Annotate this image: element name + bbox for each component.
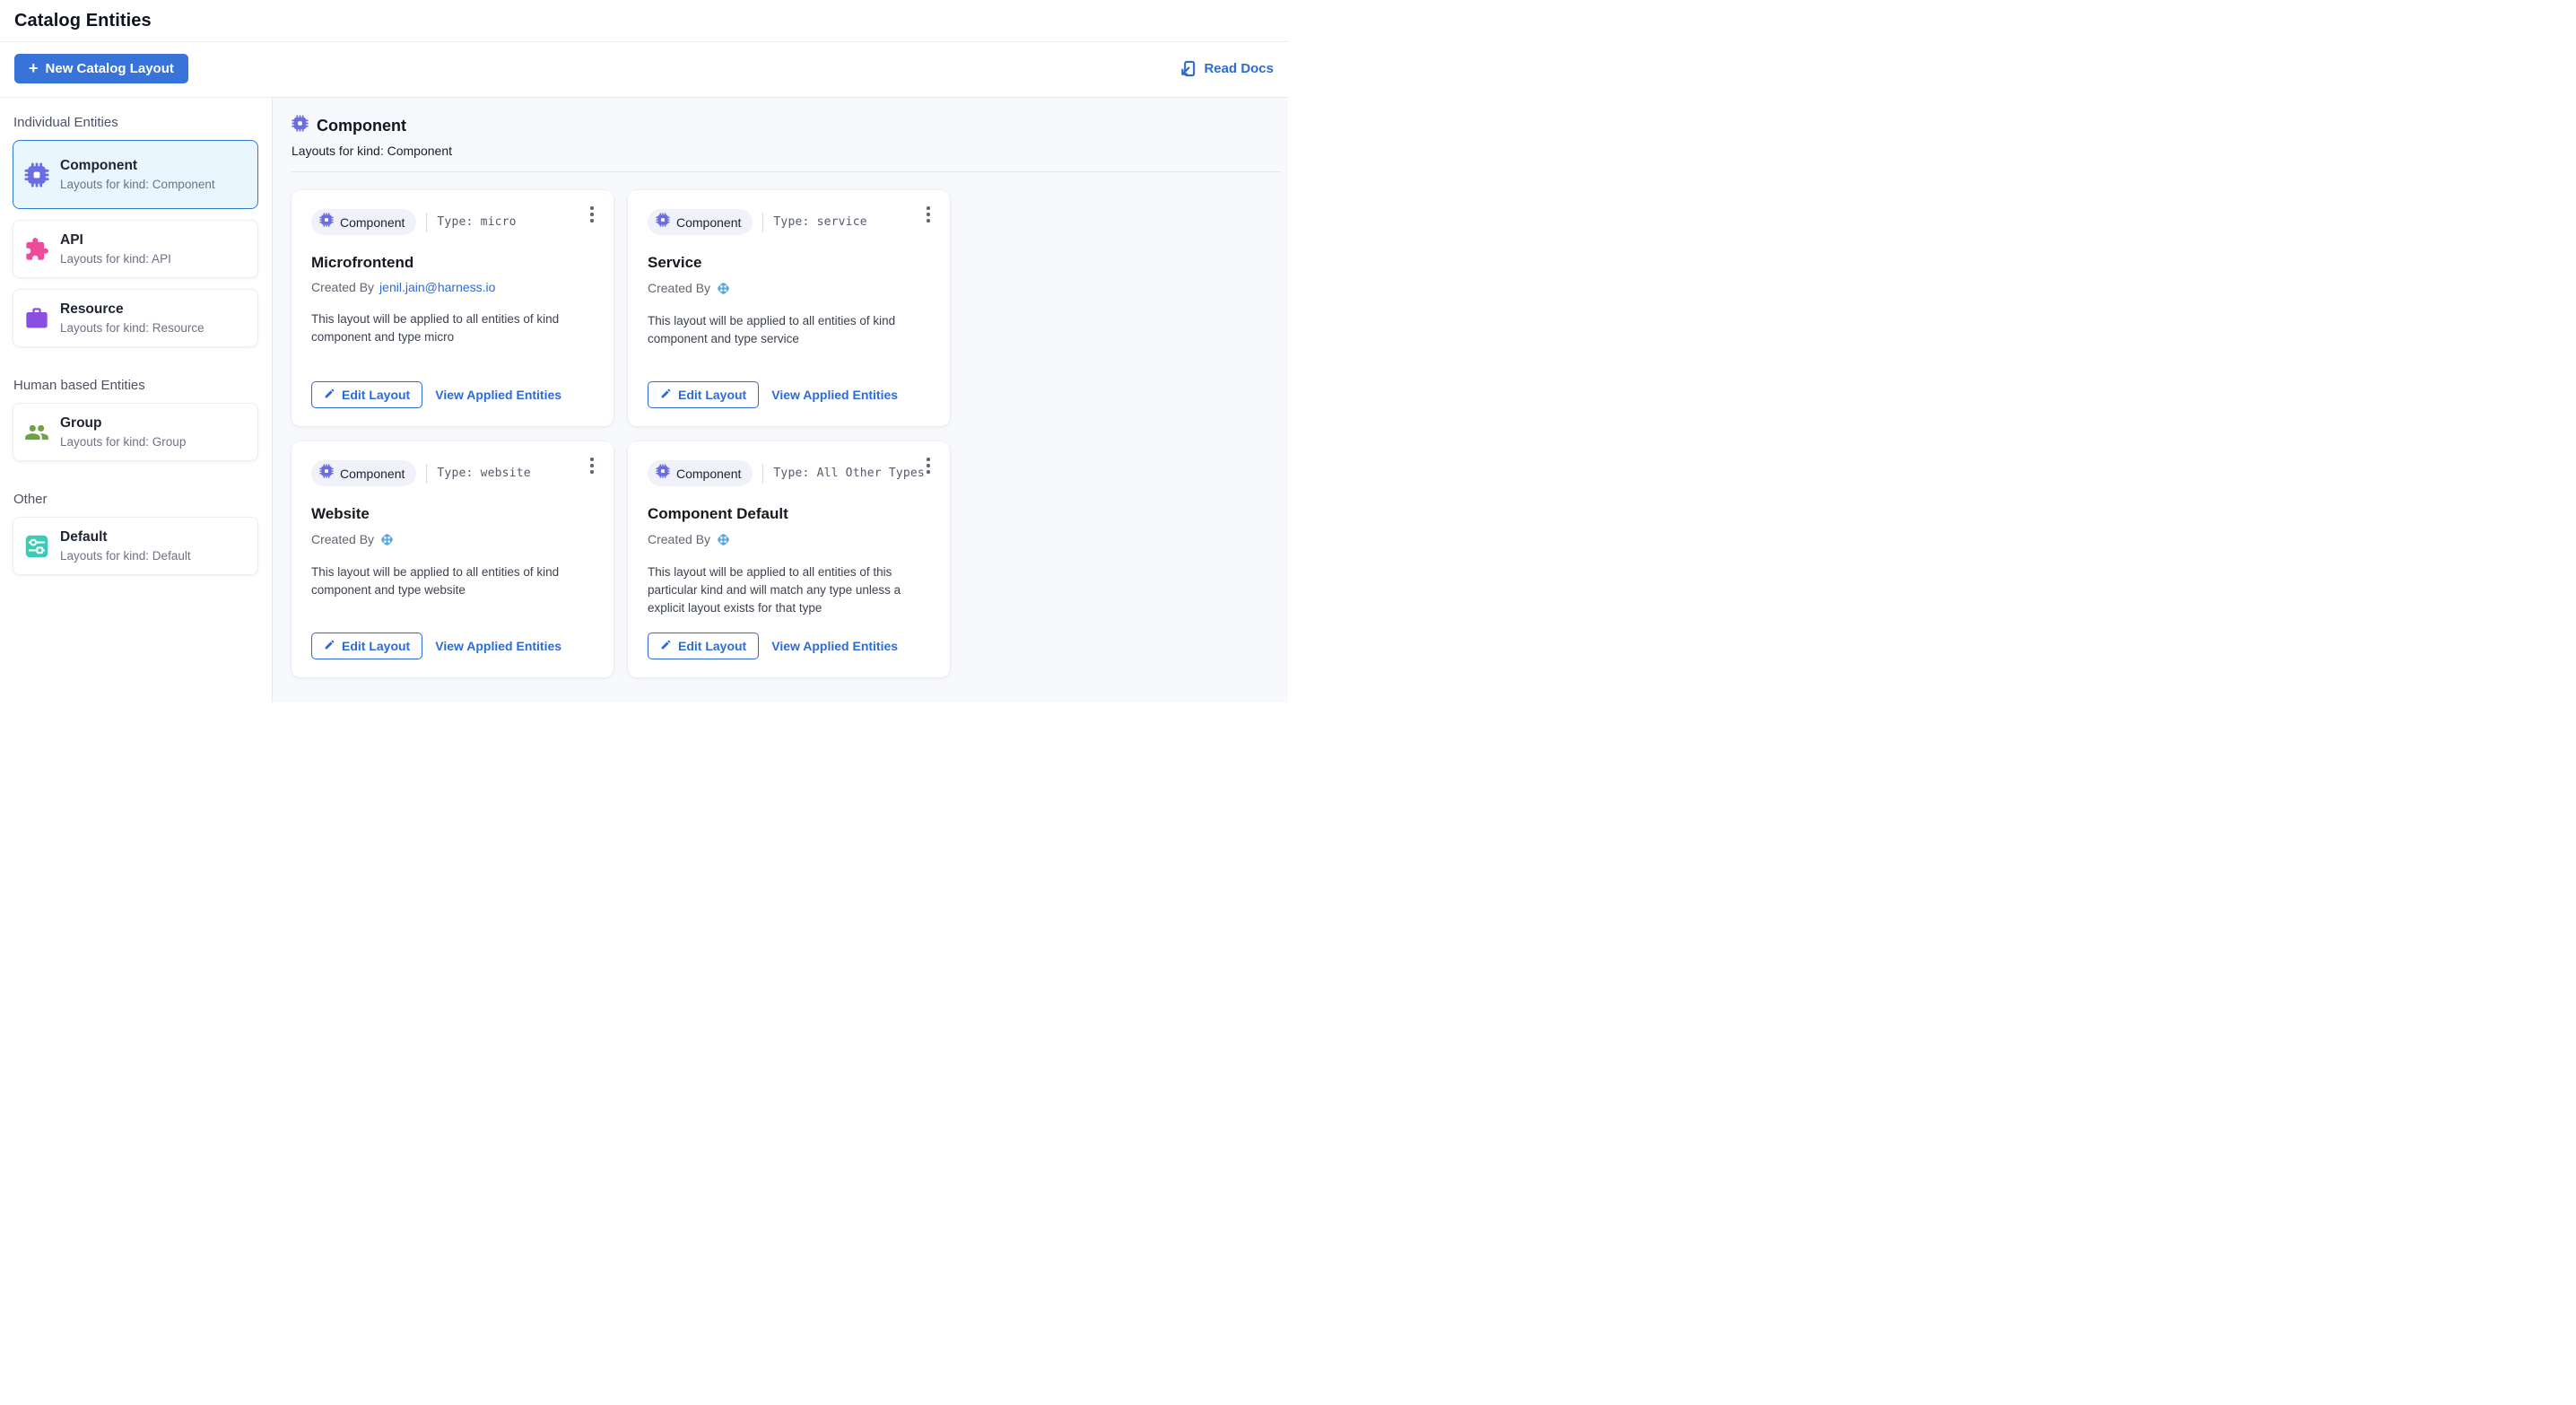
kind-badge: Component [311, 460, 416, 486]
entity-kinds-sidebar: Individual Entities Component Layouts fo… [0, 98, 273, 702]
layout-cards-grid: Component Type: micro Microfrontend Crea… [292, 190, 1284, 677]
component-chip-icon [656, 464, 670, 483]
divider [292, 171, 1281, 172]
sidebar-item-component[interactable]: Component Layouts for kind: Component [13, 140, 258, 209]
kind-badge: Component [311, 209, 416, 235]
sidebar-item-subtitle: Layouts for kind: Component [60, 178, 215, 191]
card-menu-kebab-icon[interactable] [582, 454, 602, 477]
component-chip-icon [24, 162, 49, 188]
layout-card-title: Website [311, 505, 594, 523]
created-by-label: Created By [311, 532, 374, 546]
pencil-icon [660, 639, 672, 653]
view-applied-entities-link[interactable]: View Applied Entities [771, 388, 898, 402]
layouts-main-panel: Component Layouts for kind: Component Co… [273, 98, 1288, 702]
type-label: Type: micro [437, 215, 516, 229]
layout-card-website: Component Type: website Website Created … [292, 441, 614, 677]
sidebar-item-subtitle: Layouts for kind: API [60, 252, 171, 266]
layout-card-title: Component Default [648, 505, 930, 523]
sidebar-item-subtitle: Layouts for kind: Default [60, 549, 191, 563]
edit-layout-button[interactable]: Edit Layout [648, 381, 759, 408]
layout-card-title: Service [648, 254, 930, 272]
layout-card-description: This layout will be applied to all entit… [648, 312, 930, 348]
divider [762, 464, 763, 484]
sidebar-item-resource[interactable]: Resource Layouts for kind: Resource [13, 289, 258, 347]
sidebar-item-title: Group [60, 415, 186, 432]
new-catalog-layout-button[interactable]: + New Catalog Layout [14, 54, 188, 83]
card-menu-kebab-icon[interactable] [918, 203, 938, 226]
component-chip-icon [319, 464, 334, 483]
layout-card-component-default: Component Type: All Other Types Componen… [628, 441, 950, 677]
component-chip-icon [292, 115, 309, 136]
card-menu-kebab-icon[interactable] [918, 454, 938, 477]
group-people-icon [24, 420, 49, 445]
view-applied-entities-link[interactable]: View Applied Entities [435, 388, 561, 402]
harness-logo-icon [716, 531, 731, 547]
view-applied-entities-link[interactable]: View Applied Entities [435, 639, 561, 653]
page-header: Catalog Entities [0, 0, 1288, 42]
layout-card-service: Component Type: service Service Created … [628, 190, 950, 426]
sidebar-item-title: API [60, 232, 171, 249]
view-applied-entities-link[interactable]: View Applied Entities [771, 639, 898, 653]
sidebar-item-group[interactable]: Group Layouts for kind: Group [13, 403, 258, 461]
sidebar-item-title: Component [60, 158, 215, 174]
layout-card-microfrontend: Component Type: micro Microfrontend Crea… [292, 190, 614, 426]
kind-badge: Component [648, 460, 753, 486]
layout-card-description: This layout will be applied to all entit… [648, 563, 930, 617]
created-by-label: Created By [648, 532, 710, 546]
main-kind-subtitle: Layouts for kind: Component [292, 144, 1284, 158]
resource-bag-icon [24, 306, 49, 331]
sidebar-item-api[interactable]: API Layouts for kind: API [13, 220, 258, 278]
created-by-label: Created By [311, 280, 374, 294]
card-menu-kebab-icon[interactable] [582, 203, 602, 226]
read-docs-link[interactable]: Read Docs [1179, 59, 1274, 78]
read-docs-label: Read Docs [1204, 61, 1274, 76]
type-label: Type: service [773, 215, 866, 229]
type-label: Type: All Other Types [773, 467, 925, 480]
harness-logo-icon [379, 531, 395, 547]
kind-badge: Component [648, 209, 753, 235]
catalog-entities-page: Catalog Entities + New Catalog Layout Re… [0, 0, 1288, 702]
divider [426, 464, 427, 484]
harness-logo-icon [716, 280, 731, 296]
page-title: Catalog Entities [14, 11, 1274, 31]
divider [426, 213, 427, 232]
sidebar-item-subtitle: Layouts for kind: Resource [60, 321, 205, 335]
divider [762, 213, 763, 232]
api-puzzle-icon [24, 237, 49, 262]
new-catalog-layout-label: New Catalog Layout [46, 61, 174, 76]
toolbar: + New Catalog Layout Read Docs [0, 42, 1288, 98]
section-individual-entities: Individual Entities [13, 115, 257, 130]
section-other: Other [13, 492, 257, 507]
section-human-based-entities: Human based Entities [13, 378, 257, 393]
layout-card-title: Microfrontend [311, 254, 594, 272]
sidebar-item-title: Resource [60, 301, 205, 318]
layout-card-description: This layout will be applied to all entit… [311, 563, 594, 599]
component-chip-icon [656, 213, 670, 231]
edit-layout-button[interactable]: Edit Layout [311, 633, 422, 659]
pencil-icon [324, 639, 335, 653]
pencil-icon [324, 388, 335, 402]
sidebar-item-subtitle: Layouts for kind: Group [60, 435, 186, 449]
sidebar-item-default[interactable]: Default Layouts for kind: Default [13, 517, 258, 575]
main-kind-title: Component [317, 117, 406, 135]
plus-icon: + [29, 60, 39, 76]
component-chip-icon [319, 213, 334, 231]
creator-email-link[interactable]: jenil.jain@harness.io [379, 280, 495, 294]
doc-external-icon [1179, 59, 1197, 78]
sidebar-item-title: Default [60, 529, 191, 545]
layout-card-description: This layout will be applied to all entit… [311, 310, 594, 346]
edit-layout-button[interactable]: Edit Layout [311, 381, 422, 408]
type-label: Type: website [437, 467, 530, 480]
pencil-icon [660, 388, 672, 402]
default-sliders-icon [24, 534, 49, 559]
edit-layout-button[interactable]: Edit Layout [648, 633, 759, 659]
created-by-label: Created By [648, 281, 710, 295]
